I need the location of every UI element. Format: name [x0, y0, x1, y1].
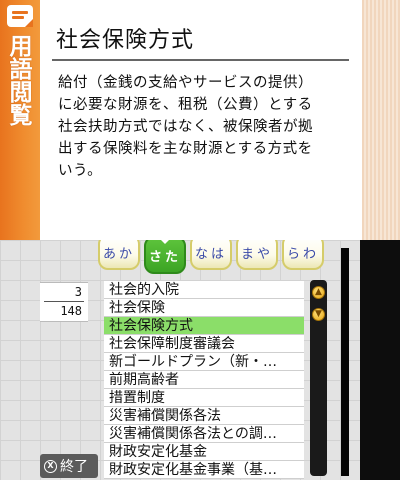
term-list-item[interactable]: 財政安定化基金	[104, 443, 304, 461]
end-button-label: 終了	[60, 459, 88, 475]
page-counter: 3 148	[40, 282, 88, 322]
scrollbar[interactable]: ▲ ▼	[310, 280, 327, 476]
page-current: 3	[74, 285, 82, 299]
kana-tab-label: なは	[194, 246, 227, 262]
kana-tab-aka[interactable]: あか	[98, 240, 140, 270]
right-panel	[360, 240, 400, 480]
end-button[interactable]: X 終了	[40, 454, 98, 478]
term-list-item[interactable]: 社会保険	[104, 299, 304, 317]
page-divider	[44, 301, 84, 302]
top-screen: 用語閲覧 社会保険方式 給付（金銭の支給やサービスの提供） に必要な財源を、租税…	[0, 0, 400, 240]
kana-tab-label: らわ	[286, 246, 319, 262]
term-list-item[interactable]: 措置制度	[104, 389, 304, 407]
x-button-icon: X	[44, 459, 57, 473]
title-divider	[52, 59, 349, 61]
glossary-side-tab: 用語閲覧	[0, 0, 40, 240]
kana-tab-label: あか	[102, 246, 135, 262]
up-arrow-icon[interactable]: ▲	[312, 286, 325, 299]
term-list-item[interactable]: 社会的入院	[104, 281, 304, 299]
term-title: 社会保険方式	[56, 28, 195, 53]
right-divider	[341, 248, 349, 476]
term-description: 給付（金銭の支給やサービスの提供） に必要な財源を、租税（公費）とする 社会扶助…	[58, 75, 313, 179]
active-tab-arrow-icon	[159, 240, 171, 244]
bottom-screen: あか さた なは まや らわ 3 148 社会的入院 社会保険 社会保険方式 社会保障…	[0, 240, 400, 480]
kana-tab-label: まや	[240, 246, 273, 262]
term-list-item[interactable]: 社会保障制度審議会	[104, 335, 304, 353]
kana-tab-label: さた	[148, 249, 181, 265]
document-icon	[7, 5, 33, 27]
term-list-item[interactable]: 前期高齢者	[104, 371, 304, 389]
down-arrow-icon[interactable]: ▼	[312, 308, 325, 321]
term-list-item[interactable]: 新ゴールドプラン（新・…	[104, 353, 304, 371]
kana-tab-maya[interactable]: まや	[236, 240, 278, 270]
decorative-strip	[362, 0, 400, 240]
side-tab-label: 用語閲覧	[5, 34, 31, 126]
term-list-item[interactable]: 財政安定化基金事業（基…	[104, 461, 304, 479]
term-list-item[interactable]: 災害補償関係各法	[104, 407, 304, 425]
kana-tab-rawa[interactable]: らわ	[282, 240, 324, 270]
page-total: 148	[60, 304, 82, 318]
kana-tab-naha[interactable]: なは	[190, 240, 232, 270]
term-list: 社会的入院 社会保険 社会保険方式 社会保障制度審議会 新ゴールドプラン（新・… 前期高齢…	[104, 281, 304, 479]
term-list-item[interactable]: 社会保険方式	[104, 317, 304, 335]
term-list-item[interactable]: 災害補償関係各法との調…	[104, 425, 304, 443]
kana-tab-sata[interactable]: さた	[144, 240, 186, 274]
